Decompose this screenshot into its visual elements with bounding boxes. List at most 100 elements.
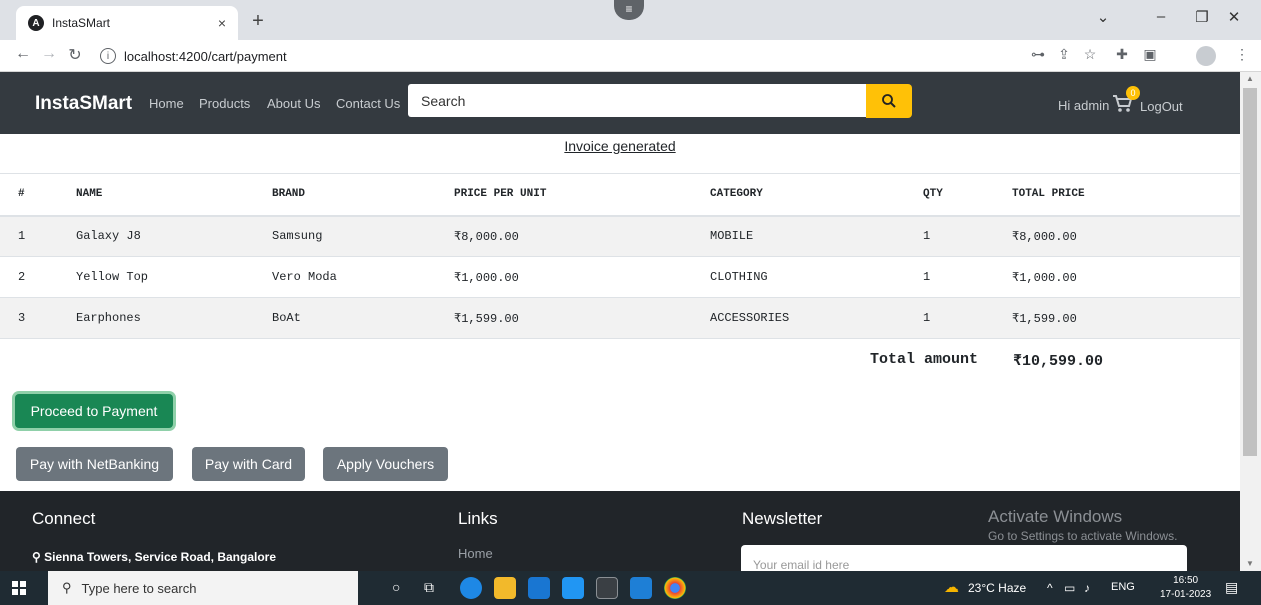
- cell-price: ₹1,000.00: [454, 256, 710, 298]
- footer-address-text: Sienna Towers, Service Road, Bangalore: [44, 550, 276, 564]
- cell-index: 2: [0, 256, 76, 298]
- scroll-down-icon[interactable]: ▼: [1246, 559, 1254, 568]
- weather-icon: ☁: [944, 579, 959, 596]
- url-field[interactable]: i localhost:4200/cart/payment: [100, 43, 1120, 69]
- language-indicator[interactable]: ENG: [1111, 581, 1135, 593]
- windows-taskbar: ⚲ Type here to search ○ ⧉ ☁ 23°C Haze ^ …: [0, 571, 1261, 605]
- terminal-icon[interactable]: [596, 577, 618, 599]
- browser-tab[interactable]: A InstaSMart ×: [16, 6, 238, 40]
- nav-link-about-us[interactable]: About Us: [267, 96, 320, 111]
- activate-windows-subtitle: Go to Settings to activate Windows.: [988, 529, 1178, 543]
- cell-index: 1: [0, 215, 76, 257]
- tab-list-chevron-icon[interactable]: ⌄: [1092, 8, 1114, 26]
- bookmark-star-icon[interactable]: ☆: [1080, 46, 1100, 63]
- restore-icon[interactable]: ❐: [1191, 8, 1213, 26]
- logout-link[interactable]: LogOut: [1140, 99, 1183, 114]
- total-amount-label: Total amount: [870, 351, 979, 368]
- activate-windows-watermark: Activate Windows Go to Settings to activ…: [988, 507, 1177, 543]
- angular-favicon-icon: A: [28, 15, 44, 31]
- cell-category: CLOTHING: [710, 256, 923, 298]
- search-input[interactable]: Search: [408, 84, 866, 117]
- col-header-name: NAME: [76, 173, 272, 217]
- brand-logo[interactable]: InstaSMart: [35, 93, 132, 115]
- chrome-icon[interactable]: [664, 577, 686, 599]
- extensions-icon[interactable]: ✚: [1112, 46, 1132, 63]
- weather-text[interactable]: 23°C Haze: [968, 581, 1026, 595]
- cell-brand: BoAt: [272, 297, 454, 339]
- activate-windows-title: Activate Windows: [988, 507, 1123, 526]
- location-pin-icon: ⚲: [32, 550, 41, 564]
- menu-dots-icon[interactable]: ⋮: [1232, 46, 1252, 63]
- footer-newsletter-heading: Newsletter: [742, 509, 823, 528]
- profile-avatar[interactable]: [1196, 46, 1216, 66]
- site-info-icon[interactable]: i: [100, 48, 116, 64]
- share-icon[interactable]: ⇪: [1054, 46, 1074, 63]
- cell-brand: Samsung: [272, 215, 454, 257]
- cart-button[interactable]: 0: [1112, 86, 1140, 114]
- table-row: 2 Yellow Top Vero Moda ₹1,000.00 CLOTHIN…: [0, 256, 1240, 298]
- nav-link-home[interactable]: Home: [149, 96, 184, 111]
- mail-icon[interactable]: [562, 577, 584, 599]
- col-header-category: CATEGORY: [710, 173, 923, 217]
- address-bar: ← → ↻ i localhost:4200/cart/payment ⊶ ⇪ …: [0, 40, 1261, 72]
- close-window-icon[interactable]: ✕: [1223, 8, 1245, 26]
- page-scrollbar[interactable]: ▲ ▼: [1240, 72, 1261, 571]
- footer-link-home[interactable]: Home: [458, 546, 493, 561]
- edge-icon[interactable]: [460, 577, 482, 599]
- new-tab-button[interactable]: +: [245, 8, 271, 34]
- scrollbar-thumb[interactable]: [1243, 88, 1257, 456]
- cell-qty: 1: [923, 297, 1012, 339]
- forward-icon[interactable]: →: [38, 45, 60, 63]
- cell-total: ₹1,000.00: [1012, 256, 1240, 298]
- search-icon: [882, 94, 896, 108]
- network-icon[interactable]: ▭: [1064, 581, 1075, 595]
- tray-chevron-icon[interactable]: ^: [1047, 581, 1053, 595]
- vscode-icon[interactable]: [630, 577, 652, 599]
- cell-price: ₹1,599.00: [454, 297, 710, 339]
- invoice-title: Invoice generated: [564, 138, 676, 154]
- apply-vouchers-button[interactable]: Apply Vouchers: [323, 447, 448, 481]
- cell-total: ₹1,599.00: [1012, 297, 1240, 339]
- table-header-row: # NAME BRAND PRICE PER UNIT CATEGORY QTY…: [0, 173, 1240, 217]
- clock-time: 16:50: [1173, 575, 1199, 586]
- tab-search-icon[interactable]: ≡: [614, 0, 644, 20]
- taskbar-search-placeholder: Type here to search: [81, 580, 197, 596]
- file-explorer-icon[interactable]: [494, 577, 516, 599]
- cortana-icon[interactable]: ○: [392, 579, 400, 595]
- password-key-icon[interactable]: ⊶: [1028, 46, 1048, 63]
- cell-index: 3: [0, 297, 76, 339]
- back-icon[interactable]: ←: [12, 45, 34, 63]
- side-panel-icon[interactable]: ▣: [1140, 46, 1160, 63]
- nav-link-products[interactable]: Products: [199, 96, 250, 111]
- cell-price: ₹8,000.00: [454, 215, 710, 257]
- browser-tab-bar: A InstaSMart × + ≡ ⌄ – ❐ ✕: [0, 0, 1261, 40]
- scroll-up-icon[interactable]: ▲: [1246, 74, 1254, 83]
- total-amount-value: ₹10,599.00: [1013, 353, 1104, 370]
- volume-icon[interactable]: ♪: [1084, 581, 1090, 595]
- pay-with-card-button[interactable]: Pay with Card: [192, 447, 305, 481]
- invoice-table: # NAME BRAND PRICE PER UNIT CATEGORY QTY…: [0, 173, 1240, 339]
- proceed-to-payment-button[interactable]: Proceed to Payment: [15, 394, 173, 428]
- cell-name: Galaxy J8: [76, 215, 272, 257]
- taskbar-search-icon: ⚲: [62, 580, 72, 595]
- footer-links-heading: Links: [458, 509, 498, 528]
- notifications-icon[interactable]: ▤: [1225, 579, 1238, 596]
- task-view-icon[interactable]: ⧉: [424, 579, 434, 596]
- windows-start-icon[interactable]: [12, 581, 26, 595]
- tab-close-icon[interactable]: ×: [218, 15, 226, 31]
- col-header-price: PRICE PER UNIT: [454, 173, 710, 217]
- clock-date: 17-01-2023: [1160, 589, 1212, 600]
- taskbar-search-input[interactable]: ⚲ Type here to search: [48, 571, 358, 605]
- site-navbar: InstaSMart Home Products About Us Contac…: [0, 72, 1240, 134]
- minimize-icon[interactable]: –: [1150, 8, 1172, 25]
- tab-title: InstaSMart: [52, 16, 111, 30]
- reload-icon[interactable]: ↻: [64, 45, 86, 65]
- cell-qty: 1: [923, 215, 1012, 257]
- store-icon[interactable]: [528, 577, 550, 599]
- taskbar-clock[interactable]: 16:50 17-01-2023: [1160, 574, 1211, 602]
- col-header-index: #: [0, 173, 76, 217]
- pay-with-netbanking-button[interactable]: Pay with NetBanking: [16, 447, 173, 481]
- nav-link-contact-us[interactable]: Contact Us: [336, 96, 400, 111]
- search-button[interactable]: [866, 84, 912, 118]
- cell-total: ₹8,000.00: [1012, 215, 1240, 257]
